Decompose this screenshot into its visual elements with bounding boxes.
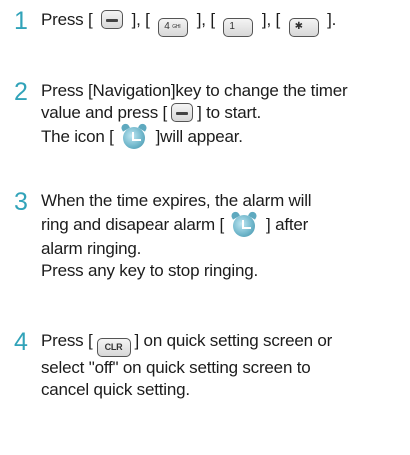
- step-4: 4 Press [ CLR ] on quick setting screen or…: [14, 330, 410, 401]
- step-line: cancel quick setting.: [41, 380, 190, 399]
- key-digit: 4: [164, 21, 170, 32]
- step-text-fragment: ],: [131, 10, 141, 29]
- step-text-fragment: ]will appear.: [155, 127, 243, 146]
- key-1-icon: 1: [223, 18, 254, 37]
- step-number: 4: [14, 328, 28, 356]
- step-line: Press [Navigation]key to change the time…: [41, 81, 348, 100]
- step-number: 2: [14, 78, 28, 106]
- key-letters: GHI: [172, 24, 181, 30]
- step-text: Press [ ], [ 4 GHI ], [ 1 ], [ ✱ ].: [41, 9, 336, 37]
- alarm-clock-icon: [118, 122, 152, 150]
- step-line: value and press [ ] to start.: [41, 102, 347, 124]
- step-text: Press [Navigation]key to change the time…: [41, 80, 348, 150]
- step-text-fragment: The icon [: [41, 127, 114, 146]
- step-text-fragment: Press [: [41, 10, 93, 29]
- step-text-fragment: ring and disapear alarm [: [41, 215, 225, 234]
- step-3: 3 When the time expires, the alarm will …: [14, 190, 410, 282]
- step-text-fragment: ],: [196, 10, 206, 29]
- step-text: When the time expires, the alarm will ri…: [41, 190, 312, 282]
- key-digit: 1: [229, 21, 235, 32]
- step-line: alarm ringing.: [41, 239, 142, 258]
- step-line: ring and disapear alarm [ ] after: [41, 210, 311, 238]
- step-text-fragment: Press [: [41, 331, 93, 350]
- step-1: 1 Press [ ], [ 4 GHI ], [ 1 ], [ ✱ ].: [14, 9, 410, 37]
- step-line: The icon [ ]will appear.: [41, 122, 347, 150]
- key-label: CLR: [104, 342, 123, 352]
- step-text: Press [ CLR ] on quick setting screen or s…: [41, 330, 332, 401]
- step-text-fragment: ] after: [266, 215, 309, 234]
- key-4-icon: 4 GHI: [158, 18, 189, 37]
- step-line: select "off" on quick setting screen to: [41, 358, 311, 377]
- alarm-clock-icon: [228, 210, 262, 238]
- soft-key-icon: [101, 10, 124, 29]
- clear-key-icon: CLR: [96, 338, 131, 357]
- step-number: 3: [14, 188, 28, 216]
- step-line: When the time expires, the alarm will: [41, 191, 312, 210]
- soft-key-icon: [171, 103, 194, 122]
- step-line: Press any key to stop ringing.: [41, 261, 259, 280]
- step-text-fragment: [: [210, 10, 215, 29]
- key-symbol: ✱: [294, 21, 303, 32]
- step-text-fragment: ],: [261, 10, 271, 29]
- step-text-fragment: ] to start.: [197, 103, 262, 122]
- step-text-fragment: [: [145, 10, 150, 29]
- step-text-fragment: value and press [: [41, 103, 168, 122]
- star-key-icon: ✱: [288, 18, 319, 37]
- step-text-fragment: [: [275, 10, 281, 29]
- step-text-fragment: ].: [327, 10, 337, 29]
- step-text-fragment: ] on quick setting screen or: [134, 331, 333, 350]
- step-number: 1: [14, 7, 28, 35]
- step-line: Press [ CLR ] on quick setting screen or: [41, 330, 332, 357]
- step-2: 2 Press [Navigation]key to change the ti…: [14, 80, 410, 150]
